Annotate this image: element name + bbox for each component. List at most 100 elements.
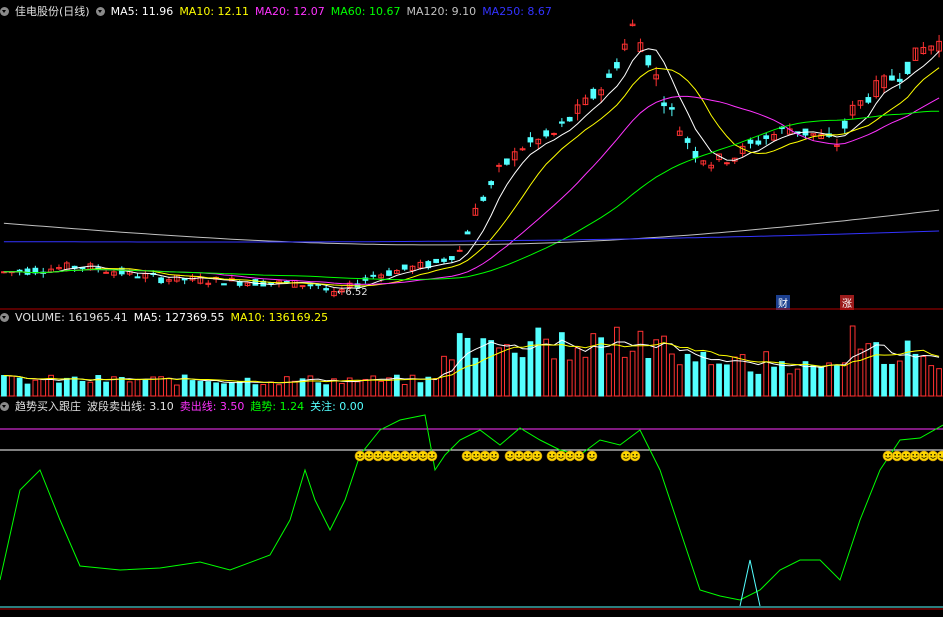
volume-bar: [661, 335, 667, 397]
volume-bar: [598, 337, 605, 397]
volume-bar: [763, 351, 770, 397]
price-candle: [645, 55, 652, 66]
smiley-eye: [553, 454, 555, 456]
smiley-icon: [586, 450, 598, 462]
smiley-eye: [921, 454, 923, 456]
smiley-eye: [433, 454, 435, 456]
volume-bar: [527, 341, 534, 397]
volume-bar: [928, 365, 935, 397]
ma60-line: [3, 110, 940, 281]
volume-bar: [283, 376, 290, 397]
ma5-line: [3, 48, 940, 289]
indicator-lines: [0, 414, 943, 608]
volume-bar: [669, 353, 675, 397]
volume-bar: [692, 361, 699, 397]
price-candle: [307, 284, 314, 287]
volume-bar: [889, 363, 895, 397]
volume-bar: [857, 348, 864, 397]
volume-bar: [873, 342, 880, 397]
price-candle: [551, 132, 557, 135]
smiley-eye: [912, 454, 914, 456]
smiley-eye: [482, 454, 485, 456]
trend-line: [0, 414, 943, 601]
volume-bar: [480, 338, 487, 397]
volume-bar: [511, 352, 518, 397]
volume-bar: [519, 357, 526, 397]
volume-bar: [724, 364, 730, 397]
volume-bar: [865, 343, 872, 397]
price-candle: [841, 120, 848, 129]
ma10-line: [3, 67, 940, 287]
smiley-icon: [426, 450, 438, 462]
volume-bar: [24, 383, 31, 397]
smiley-eye: [361, 454, 363, 456]
smiley-icon: [399, 450, 411, 462]
volume-bar: [213, 382, 219, 397]
price-candle: [268, 282, 274, 285]
smiley-eye: [934, 454, 936, 456]
price-candle: [386, 270, 392, 276]
ma250-line: [3, 230, 940, 243]
smiley-eye: [516, 454, 518, 456]
smiley-eye: [366, 454, 369, 456]
smiley-eye: [562, 454, 564, 456]
volume-bar: [920, 355, 927, 397]
smiley-icon: [354, 450, 366, 462]
smiley-eye: [397, 454, 399, 456]
price-candle: [158, 277, 164, 284]
price-candle: [134, 276, 141, 279]
volume-bar: [456, 333, 463, 397]
volume-bar: [260, 384, 267, 397]
volume-bar: [228, 382, 235, 397]
smiley-eye: [627, 454, 629, 456]
price-candle: [488, 181, 495, 186]
volume-bar: [574, 347, 581, 397]
price-candle: [661, 102, 667, 107]
smiley-eye: [558, 454, 560, 456]
smiley-eye: [388, 454, 390, 456]
price-candle: [865, 97, 872, 103]
volume-bar: [496, 347, 502, 397]
volume-bar: [543, 338, 550, 397]
volume-bar: [700, 351, 707, 397]
price-candle: [755, 140, 762, 145]
volume-bar: [559, 332, 565, 397]
volume-bar: [315, 382, 322, 397]
volume-bar: [205, 381, 212, 397]
volume-bar: [103, 381, 109, 397]
volume-bar: [676, 364, 683, 397]
price-moving-averages: [3, 48, 940, 289]
volume-bar: [134, 379, 141, 397]
smiley-eye: [402, 454, 405, 456]
volume-bar: [362, 378, 369, 397]
smiley-icon: [488, 450, 500, 462]
smiley-eye: [379, 454, 381, 456]
stock-chart[interactable]: [0, 0, 943, 617]
smiley-eye: [580, 454, 582, 456]
volume-bar: [708, 364, 715, 397]
volume-bar: [40, 378, 47, 397]
volume-bar: [504, 344, 510, 397]
price-candle: [496, 164, 502, 167]
volume-bar: [142, 379, 149, 397]
smiley-eye: [593, 454, 595, 456]
price-candle: [480, 196, 487, 201]
smiley-eye: [534, 454, 536, 456]
price-candle: [889, 75, 895, 81]
volume-bar: [841, 362, 848, 397]
price-candle: [614, 62, 620, 69]
smiley-icon: [546, 450, 558, 462]
volume-bar: [268, 381, 274, 397]
volume-bar: [1, 375, 7, 397]
volume-bar: [590, 333, 597, 397]
price-candle: [692, 150, 699, 159]
smiley-eye: [429, 454, 432, 456]
price-candle: [441, 258, 447, 262]
smiley-icon: [918, 450, 930, 462]
smiley-icon: [936, 450, 943, 462]
price-candle: [456, 249, 463, 252]
volume-bar: [637, 330, 644, 397]
volume-bar: [126, 381, 133, 397]
smiley-eye: [357, 454, 360, 456]
price-candle: [221, 283, 227, 286]
